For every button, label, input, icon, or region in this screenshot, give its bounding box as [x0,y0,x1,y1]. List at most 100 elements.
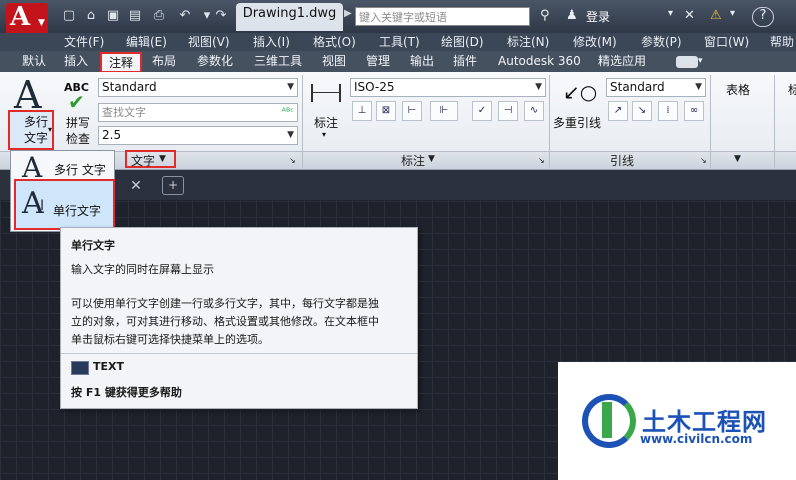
remove-leader-icon[interactable]: ↘ [632,101,652,121]
dim-jog-icon[interactable]: ∿ [524,101,544,121]
menu-edit[interactable]: 编辑(E) [126,33,167,51]
tab-annotate[interactable]: 注释 [100,52,142,73]
close-tab-icon[interactable]: ✕ [124,176,148,196]
exchange-icon[interactable]: ✕ [684,8,695,23]
redo-icon[interactable]: ↷ [212,8,230,24]
find-text-placeholder: 查找文字 [102,106,146,119]
watermark: 土木工程网 www.civilcn.com [558,362,796,480]
chevron-down-icon: ▾ [48,125,53,134]
panel-launcher-icon[interactable]: ↘ [289,156,296,165]
tab-featured-apps[interactable]: 精选应用 [598,52,646,71]
tooltip-body-line: 立的对象，可对其进行移动、格式设置或其他修改。在文本框中 [71,315,379,328]
chevron-down-icon: ▼ [159,154,166,164]
tab-output[interactable]: 输出 [410,52,434,71]
save-icon[interactable]: ▣ [104,8,122,24]
chevron-down-icon: ▾ [322,130,327,139]
command-icon [71,361,89,375]
tab-plugins[interactable]: 插件 [453,52,477,71]
search-expand-icon[interactable]: ▶ [344,8,352,19]
chevron-down-icon: ▼ [287,82,294,92]
panel-launcher-icon[interactable]: ↘ [538,156,545,165]
multiline-text-label: 多行 [24,115,49,129]
dim-break-icon[interactable]: ⊩ [430,101,458,121]
app-menu-button[interactable]: A ▼ [0,0,52,33]
tab-parametric[interactable]: 参数化 [197,52,233,71]
dropdown-item-label: 单行文字 [53,204,102,218]
dimension-button[interactable]: 标注 [314,114,338,131]
document-title: Drawing1.dwg [236,3,343,31]
menu-view[interactable]: 视图(V) [188,33,230,51]
spell-check-button[interactable]: 拼写 [66,114,90,131]
add-leader-icon[interactable]: ↗ [608,101,628,121]
app-logo-letter-icon: A [10,2,31,32]
tab-view[interactable]: 视图 [322,52,346,71]
tab-3d-tools[interactable]: 三维工具 [254,52,302,71]
dim-inspect-icon[interactable]: ⊠ [376,101,396,121]
login-button[interactable]: 登录 [586,8,610,25]
tooltip-command: TEXT [93,360,125,373]
panel-separator [302,75,303,168]
print-icon[interactable]: ⎙ [150,8,168,24]
collect-leader-icon[interactable]: ∞ [684,101,704,121]
find-replace-icon[interactable]: ᴬᴮᶜ [282,104,294,121]
dim-space-icon[interactable]: ⊢ [402,101,422,121]
menu-file[interactable]: 文件(F) [64,33,104,51]
open-folder-icon[interactable]: ⌂ [82,8,100,24]
dimension-icon [311,84,341,102]
multileader-button[interactable]: 多重引线 [553,114,601,131]
text-height-select[interactable]: 2.5 ▼ [98,126,298,145]
menu-modify[interactable]: 修改(M) [573,33,617,51]
tab-default[interactable]: 默认 [22,52,46,71]
find-text-input[interactable]: 查找文字 ᴬᴮᶜ [98,103,298,122]
dropdown-item-multiline-text[interactable]: 多行 文字 [54,161,106,178]
tab-layout[interactable]: 布局 [152,52,176,71]
user-icon[interactable]: ♟ [566,8,578,23]
ribbon-toggle-dropdown-icon[interactable]: ▾ [698,52,703,71]
checkmark-icon: ✔ [68,90,85,114]
leader-style-value: Standard [610,80,665,94]
text-style-select[interactable]: Standard ▼ [98,78,298,97]
panel-launcher-icon[interactable]: ↘ [700,156,707,165]
save-as-icon[interactable]: ▤ [126,8,144,24]
align-leader-icon[interactable]: ⁞ [658,101,678,121]
menu-format[interactable]: 格式(O) [313,33,356,51]
dim-continue-icon[interactable]: ⊥ [352,101,372,121]
tooltip-divider [61,353,417,354]
chevron-down-icon[interactable]: ▼ [734,154,741,164]
menu-help[interactable]: 帮助 [770,33,794,51]
dimension-style-select[interactable]: ISO-25 ▼ [350,78,546,97]
spell-check-label: 检查 [66,132,91,146]
undo-icon[interactable]: ↶ [176,8,194,24]
menu-draw[interactable]: 绘图(D) [441,33,484,51]
multiline-text-label: 文字 [24,131,49,145]
leader-style-select[interactable]: Standard ▼ [606,78,706,97]
dimension-panel-title: 标注 [401,154,426,168]
tab-autodesk-360[interactable]: Autodesk 360 [498,52,581,71]
help-icon[interactable]: ? [752,7,774,27]
text-style-value: Standard [102,80,157,94]
tab-manage[interactable]: 管理 [366,52,390,71]
dim-update-icon[interactable]: ✓ [472,101,492,121]
tab-insert[interactable]: 插入 [64,52,88,71]
file-tab-bar [0,170,796,200]
menu-insert[interactable]: 插入(I) [253,33,290,51]
chevron-down-icon: ▼ [287,130,294,140]
watermark-url: www.civilcn.com [640,432,753,446]
table-button[interactable]: 表格 [726,81,750,98]
binoculars-icon[interactable]: ⚲ [540,8,550,23]
login-dropdown-icon[interactable]: ▾ [668,8,673,19]
menu-parametric[interactable]: 参数(P) [641,33,682,51]
search-input[interactable]: 键入关键字或短语 [355,7,530,26]
a360-icon[interactable]: ⚠ [710,8,722,23]
chevron-down-icon: ▼ [535,82,542,92]
text-cursor-icon: I [40,198,45,214]
menu-window[interactable]: 窗口(W) [704,33,749,51]
menu-dimension[interactable]: 标注(N) [507,33,549,51]
menu-tools[interactable]: 工具(T) [379,33,420,51]
dim-oblique-icon[interactable]: ⊣ [498,101,518,121]
new-file-icon[interactable]: ▢ [60,8,78,24]
new-tab-icon[interactable]: + [162,176,184,195]
tooltip-body-line: 单击鼠标右键可选择快捷菜单上的选项。 [71,333,269,346]
ribbon-toggle-icon[interactable] [676,56,698,68]
a360-dropdown-icon[interactable]: ▾ [730,8,735,19]
